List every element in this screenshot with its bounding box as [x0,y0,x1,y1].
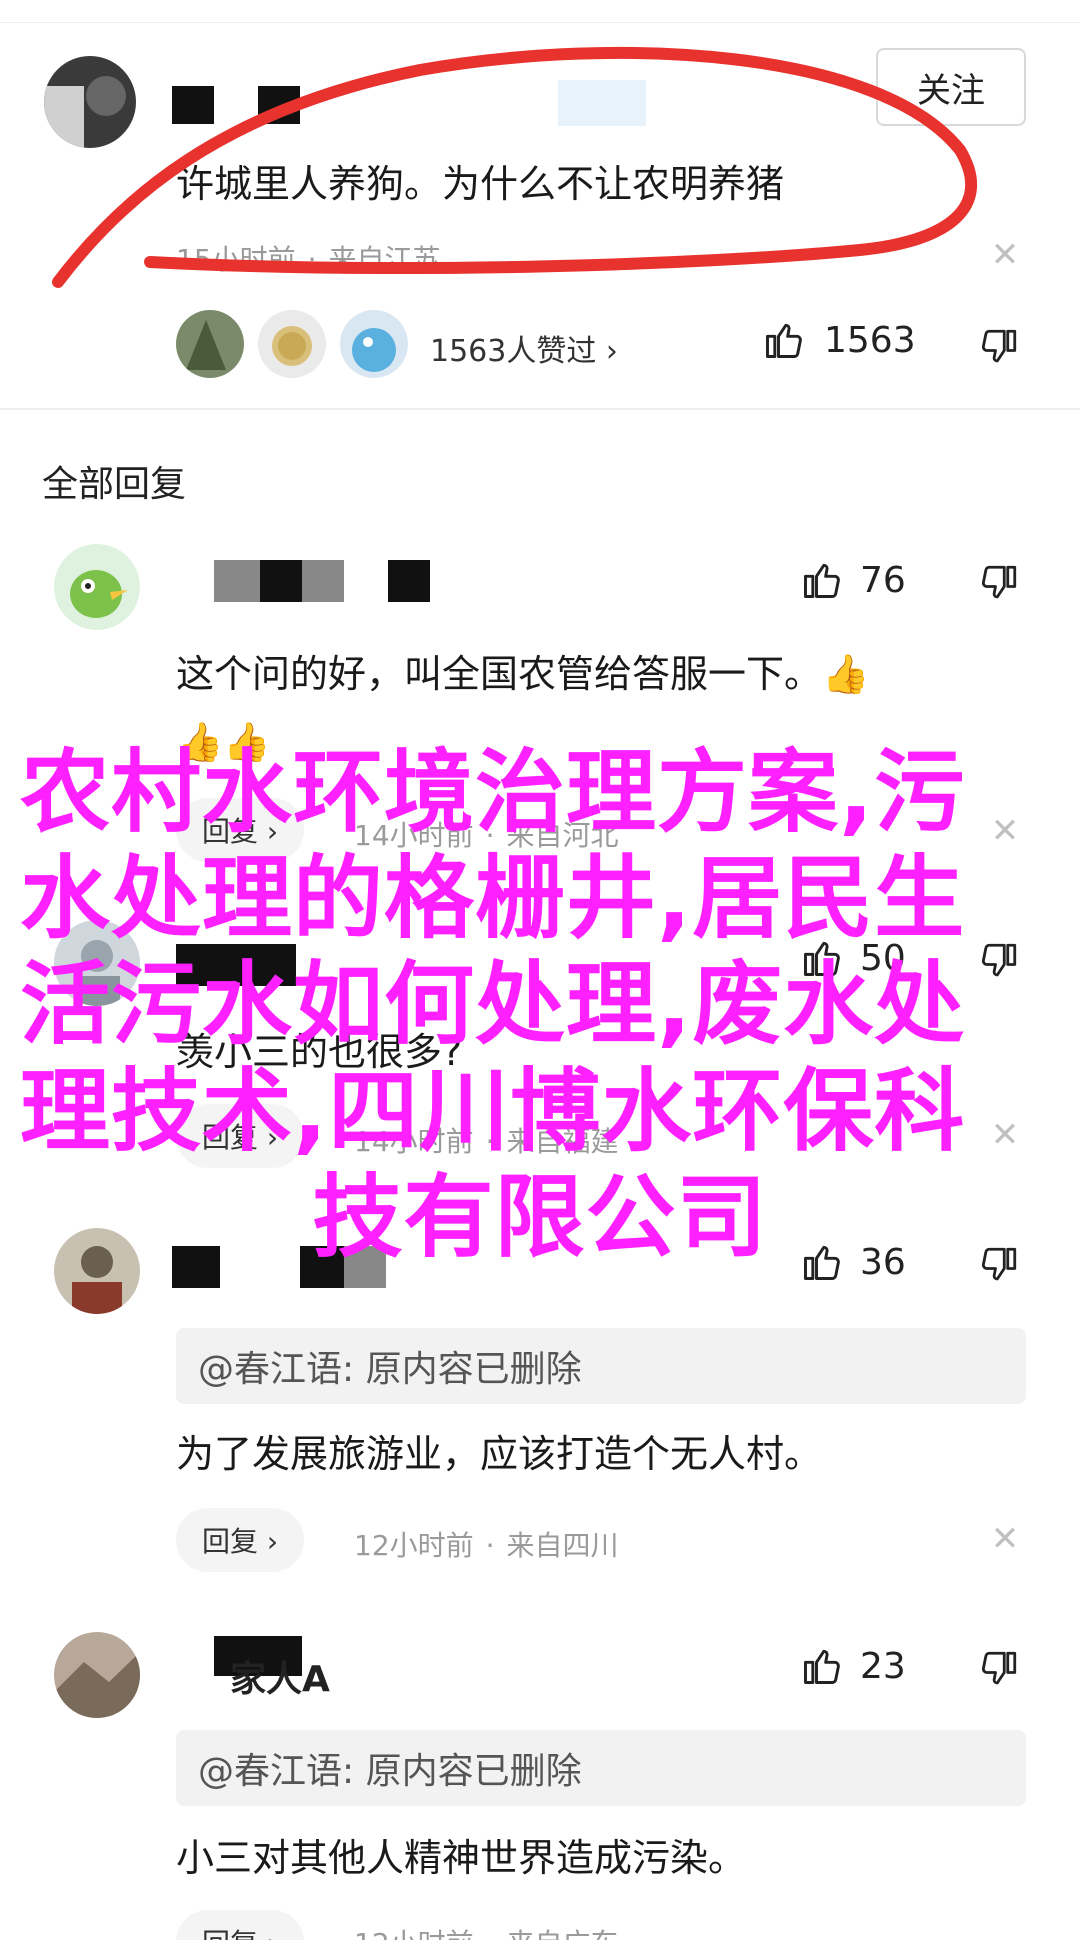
overlay-line-2: 水处理的格栅井,居民生 [20,846,966,952]
follow-button[interactable]: 关注 [876,48,1026,126]
top-divider [0,22,1080,23]
overlay-line-5: 技有限公司 [312,1164,768,1270]
commenter-badge-redacted [558,80,646,126]
comment-meta: 15小时前 · 来自江苏 [176,243,441,276]
thumbs-up-icon [766,323,802,358]
reply-4-avatar[interactable] [54,1632,140,1718]
reply-1-avatar[interactable] [54,544,140,630]
reply-3-quote: @春江语: 原内容已删除 [176,1328,1026,1404]
commenter-name-redacted [172,86,214,124]
comment-time: 15小时前 [176,243,296,276]
reply-3-location: 来自四川 [506,1529,619,1562]
liker-avatar-1[interactable] [176,310,244,378]
section-divider [0,408,1080,410]
overlay-line-1: 农村水环境治理方案,污 [20,740,966,845]
section-title: 全部回复 [42,464,187,505]
like-button[interactable]: 1563 [762,318,916,362]
overlay-line-3: 活污水如何处理,废水处 [20,952,966,1058]
likers-summary-link[interactable]: 1563人赞过 › [430,326,618,370]
comment-location: 来自江苏 [328,243,441,276]
reply-4-location: 来自广东 [507,1927,619,1940]
reply-1-like-button[interactable]: 76 [800,558,906,602]
liker-avatar-2[interactable] [258,310,326,378]
thumbs-down-icon[interactable] [978,562,1020,604]
close-icon[interactable]: ✕ [990,238,1020,272]
reply-3-text: 为了发展旅游业，应该打造个无人村。 [176,1432,823,1476]
reply-4-name: 家人A [230,1659,330,1700]
commenter-name-redacted-2 [258,86,300,124]
reply-3-meta: 12小时前 · 来自四川 [354,1529,619,1562]
thumbs-down-icon[interactable] [978,1648,1020,1690]
reply-4-quote: @春江语: 原内容已删除 [176,1730,1026,1806]
reply-4-time: 12小时前 [354,1927,474,1940]
reply-4-meta: 12小时前·来自广东 [354,1922,619,1940]
commenter-avatar[interactable] [44,56,136,148]
reply-1-text: 这个问的好，叫全国农管给答服一下。👍 [176,650,869,699]
overlay-line-4: 理技术,四川博水环保科 [20,1058,966,1164]
reply-3-time: 12小时前 [354,1529,474,1562]
liker-avatar-3[interactable] [340,310,408,378]
close-icon[interactable]: ✕ [990,1522,1020,1556]
reply-1-text-line: 这个问的好，叫全国农管给答服一下。 [176,652,823,696]
reply-1-name-redacted-2 [260,560,302,602]
reply-4-like-count: 23 [860,1645,906,1687]
reply-1-name-redacted-3 [388,560,430,602]
comment-text: 许城里人养狗。为什么不让农明养猪 [176,162,785,206]
thumbs-emoji-icon: 👍 [822,652,870,696]
reply-4-text: 小三对其他人精神世界造成污染。 [176,1836,747,1880]
reply-3-reply-button[interactable]: 回复 › [176,1508,305,1572]
reply-4-reply-button[interactable]: 回复 › [176,1910,305,1940]
thumbs-up-icon [804,563,840,598]
overlay-watermark-text: 农村水环境治理方案,污 水处理的格栅井,居民生 活污水如何处理,废水处 理技术,… [20,740,1060,1271]
thumbs-down-icon[interactable] [978,326,1020,368]
like-count: 1563 [824,319,916,361]
reply-4-like-button[interactable]: 23 [800,1644,906,1688]
thumbs-up-icon [804,1649,840,1684]
reply-1-like-count: 76 [860,559,906,601]
